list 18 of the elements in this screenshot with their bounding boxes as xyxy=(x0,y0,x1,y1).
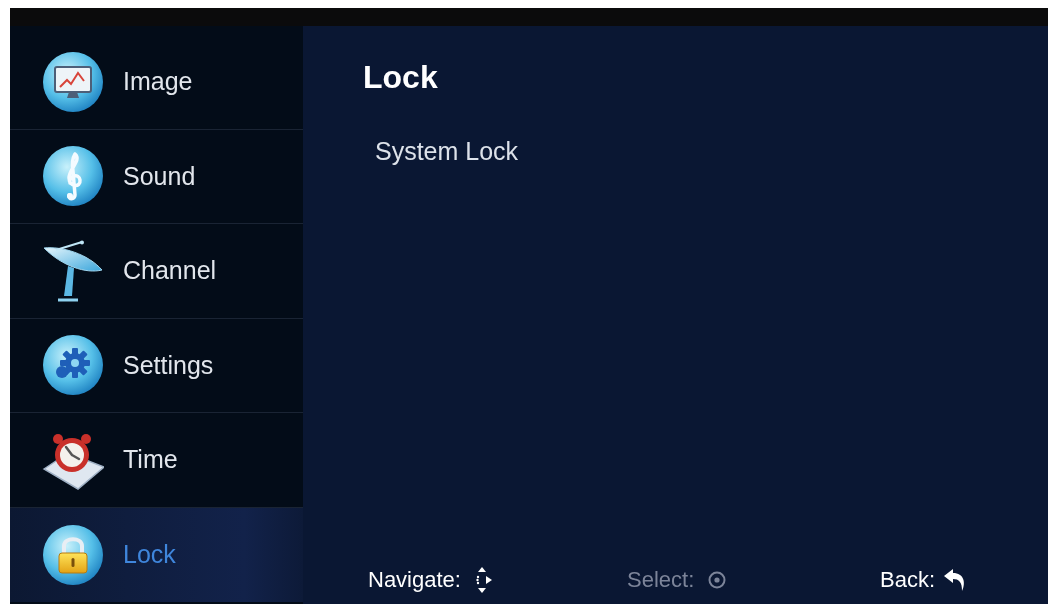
hint-label: Select: xyxy=(627,567,695,593)
sidebar-item[interactable]: Channel xyxy=(10,224,303,319)
arrows-icon xyxy=(475,566,492,594)
panel-title: Lock xyxy=(363,60,438,94)
satellite-dish-icon xyxy=(42,239,104,302)
menu-item[interactable]: System Lock xyxy=(375,137,519,165)
sidebar-item[interactable]: Time xyxy=(10,413,303,508)
hint-label: Back: xyxy=(880,567,936,593)
sidebar-item[interactable]: Lock xyxy=(10,507,303,602)
sidebar-item[interactable]: Settings xyxy=(10,318,303,413)
sidebar-item[interactable]: Image xyxy=(10,35,303,130)
treble-clef-icon xyxy=(42,145,104,208)
sidebar-item[interactable]: Sound xyxy=(10,129,303,224)
padlock-icon xyxy=(42,523,104,586)
ring-icon xyxy=(708,571,727,589)
gear-icon xyxy=(42,334,104,397)
hint-label: Navigate: xyxy=(368,567,461,593)
monitor-icon xyxy=(42,50,104,113)
